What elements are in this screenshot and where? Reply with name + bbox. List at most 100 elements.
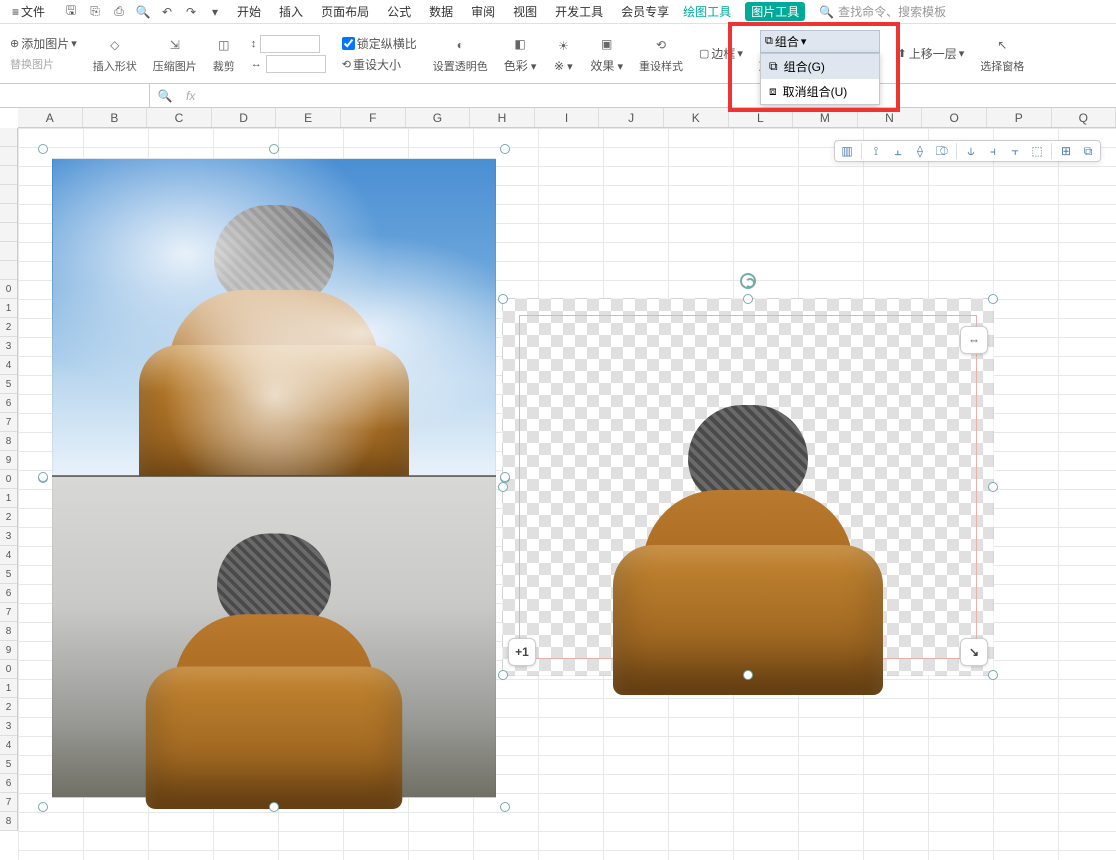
col-D[interactable]: D (212, 108, 277, 127)
row-hdr[interactable] (0, 223, 17, 242)
print-icon[interactable]: ⎙ (111, 4, 127, 20)
row-hdr[interactable]: 3 (0, 527, 17, 546)
tab-data[interactable]: 数据 (429, 3, 453, 20)
insert-shape[interactable]: ◇插入形状 (89, 28, 141, 79)
row-hdr[interactable] (0, 166, 17, 185)
group-menu-group[interactable]: ⧉组合(G) (761, 54, 879, 79)
row-hdr[interactable] (0, 204, 17, 223)
row-hdr[interactable]: 5 (0, 375, 17, 394)
row-hdr[interactable]: 0 (0, 470, 17, 489)
context-tab-drawing[interactable]: 绘图工具 (683, 3, 731, 20)
move-up[interactable]: ⬆ 上移一层 ▾ (894, 28, 969, 79)
name-box[interactable] (0, 84, 150, 107)
add-pic-group[interactable]: ⊕ 添加图片 ▾ 替换图片 (6, 28, 81, 79)
row-hdr[interactable]: 1 (0, 679, 17, 698)
row-hdr[interactable]: 1 (0, 299, 17, 318)
row-hdr[interactable]: 6 (0, 774, 17, 793)
col-M[interactable]: M (793, 108, 858, 127)
col-F[interactable]: F (341, 108, 406, 127)
col-O[interactable]: O (922, 108, 987, 127)
new-icon[interactable]: ⎘ (87, 4, 103, 20)
row-hdr[interactable] (0, 128, 17, 147)
group-button[interactable]: ⧉ 组合 ▾ (760, 30, 880, 53)
align-icon[interactable]: ⧉ (1080, 143, 1096, 159)
crop[interactable]: ◫裁剪 (209, 28, 239, 79)
col-P[interactable]: P (987, 108, 1052, 127)
row-hdr[interactable]: 7 (0, 413, 17, 432)
row-hdr[interactable] (0, 261, 17, 280)
tab-insert[interactable]: 插入 (279, 3, 303, 20)
col-E[interactable]: E (276, 108, 341, 127)
align-icon[interactable]: ⟠ (912, 143, 928, 159)
align-icon[interactable]: ⟟ (868, 143, 884, 159)
colorize[interactable]: ◧色彩 ▾ (500, 28, 541, 79)
width-input[interactable] (266, 55, 326, 73)
preview-icon[interactable]: 🔍 (135, 4, 151, 20)
col-I[interactable]: I (535, 108, 600, 127)
spreadsheet[interactable]: A B C D E F G H I J K L M N O P Q 012345… (0, 108, 1116, 860)
tab-formula[interactable]: 公式 (387, 3, 411, 20)
file-menu[interactable]: ≡ 文件 (8, 3, 49, 20)
border[interactable]: ▢ 边框 ▾ (695, 28, 747, 79)
picture-sky[interactable] (52, 158, 496, 476)
row-hdr[interactable]: 2 (0, 698, 17, 717)
row-hdr[interactable]: 2 (0, 508, 17, 527)
chip-plus-one[interactable]: +1 (508, 638, 536, 666)
col-L[interactable]: L (729, 108, 794, 127)
tab-review[interactable]: 审阅 (471, 3, 495, 20)
row-hdr[interactable]: 4 (0, 356, 17, 375)
col-K[interactable]: K (664, 108, 729, 127)
col-J[interactable]: J (599, 108, 664, 127)
row-hdr[interactable]: 6 (0, 584, 17, 603)
row-hdr[interactable]: 7 (0, 603, 17, 622)
align-icon[interactable]: ⫞ (985, 143, 1001, 159)
tab-member[interactable]: 会员专享 (621, 3, 669, 20)
row-hdr[interactable]: 5 (0, 755, 17, 774)
row-hdr[interactable]: 7 (0, 793, 17, 812)
align-icon[interactable]: ⫟ (1007, 143, 1023, 159)
col-A[interactable]: A (18, 108, 83, 127)
col-H[interactable]: H (470, 108, 535, 127)
align-icon[interactable]: ⬚ (1029, 143, 1045, 159)
row-hdr[interactable]: 4 (0, 546, 17, 565)
align-icon[interactable]: ⊞ (1058, 143, 1074, 159)
group-menu-ungroup[interactable]: ⧈取消组合(U) (761, 79, 879, 104)
row-hdr[interactable]: 6 (0, 394, 17, 413)
row-hdr[interactable]: 1 (0, 489, 17, 508)
undo-icon[interactable]: ↶ (159, 4, 175, 20)
tab-home[interactable]: 开始 (237, 3, 261, 20)
save-icon[interactable]: 🖫 (63, 4, 79, 20)
zoom-icon[interactable]: 🔍 (150, 89, 180, 103)
col-C[interactable]: C (147, 108, 212, 127)
redo-icon[interactable]: ↷ (183, 4, 199, 20)
col-G[interactable]: G (406, 108, 471, 127)
col-Q[interactable]: Q (1052, 108, 1116, 127)
row-hdr[interactable] (0, 147, 17, 166)
row-hdr[interactable]: 3 (0, 337, 17, 356)
brightness[interactable]: ☀※ ▾ (548, 28, 578, 79)
row-hdr[interactable]: 5 (0, 565, 17, 584)
picture-transparent[interactable] (502, 298, 994, 676)
picture-fog[interactable] (52, 476, 496, 798)
row-hdr[interactable]: 8 (0, 622, 17, 641)
row-hdr[interactable]: 9 (0, 641, 17, 660)
row-hdr[interactable]: 8 (0, 432, 17, 451)
select-pane[interactable]: ↖选择窗格 (976, 28, 1028, 79)
tab-layout[interactable]: 页面布局 (321, 3, 369, 20)
col-B[interactable]: B (83, 108, 148, 127)
effects[interactable]: ▣效果 ▾ (586, 28, 627, 79)
chip-flip[interactable]: ⇔ (960, 326, 988, 354)
row-hdr[interactable]: 8 (0, 812, 17, 831)
row-hdr[interactable] (0, 242, 17, 261)
row-hdr[interactable]: 3 (0, 717, 17, 736)
search-box[interactable]: 🔍 查找命令、搜索模板 (819, 3, 946, 20)
dropdown-icon[interactable]: ▾ (207, 4, 223, 20)
reset-style[interactable]: ⟲重设样式 (635, 28, 687, 79)
tab-dev[interactable]: 开发工具 (555, 3, 603, 20)
row-hdr[interactable]: 0 (0, 660, 17, 679)
align-icon[interactable]: ▥ (839, 143, 855, 159)
align-icon[interactable]: ⫝ (963, 143, 979, 159)
reset-size[interactable]: ⟲ 重设大小 (342, 56, 401, 73)
chip-resize[interactable]: ↘ (960, 638, 988, 666)
col-N[interactable]: N (858, 108, 923, 127)
